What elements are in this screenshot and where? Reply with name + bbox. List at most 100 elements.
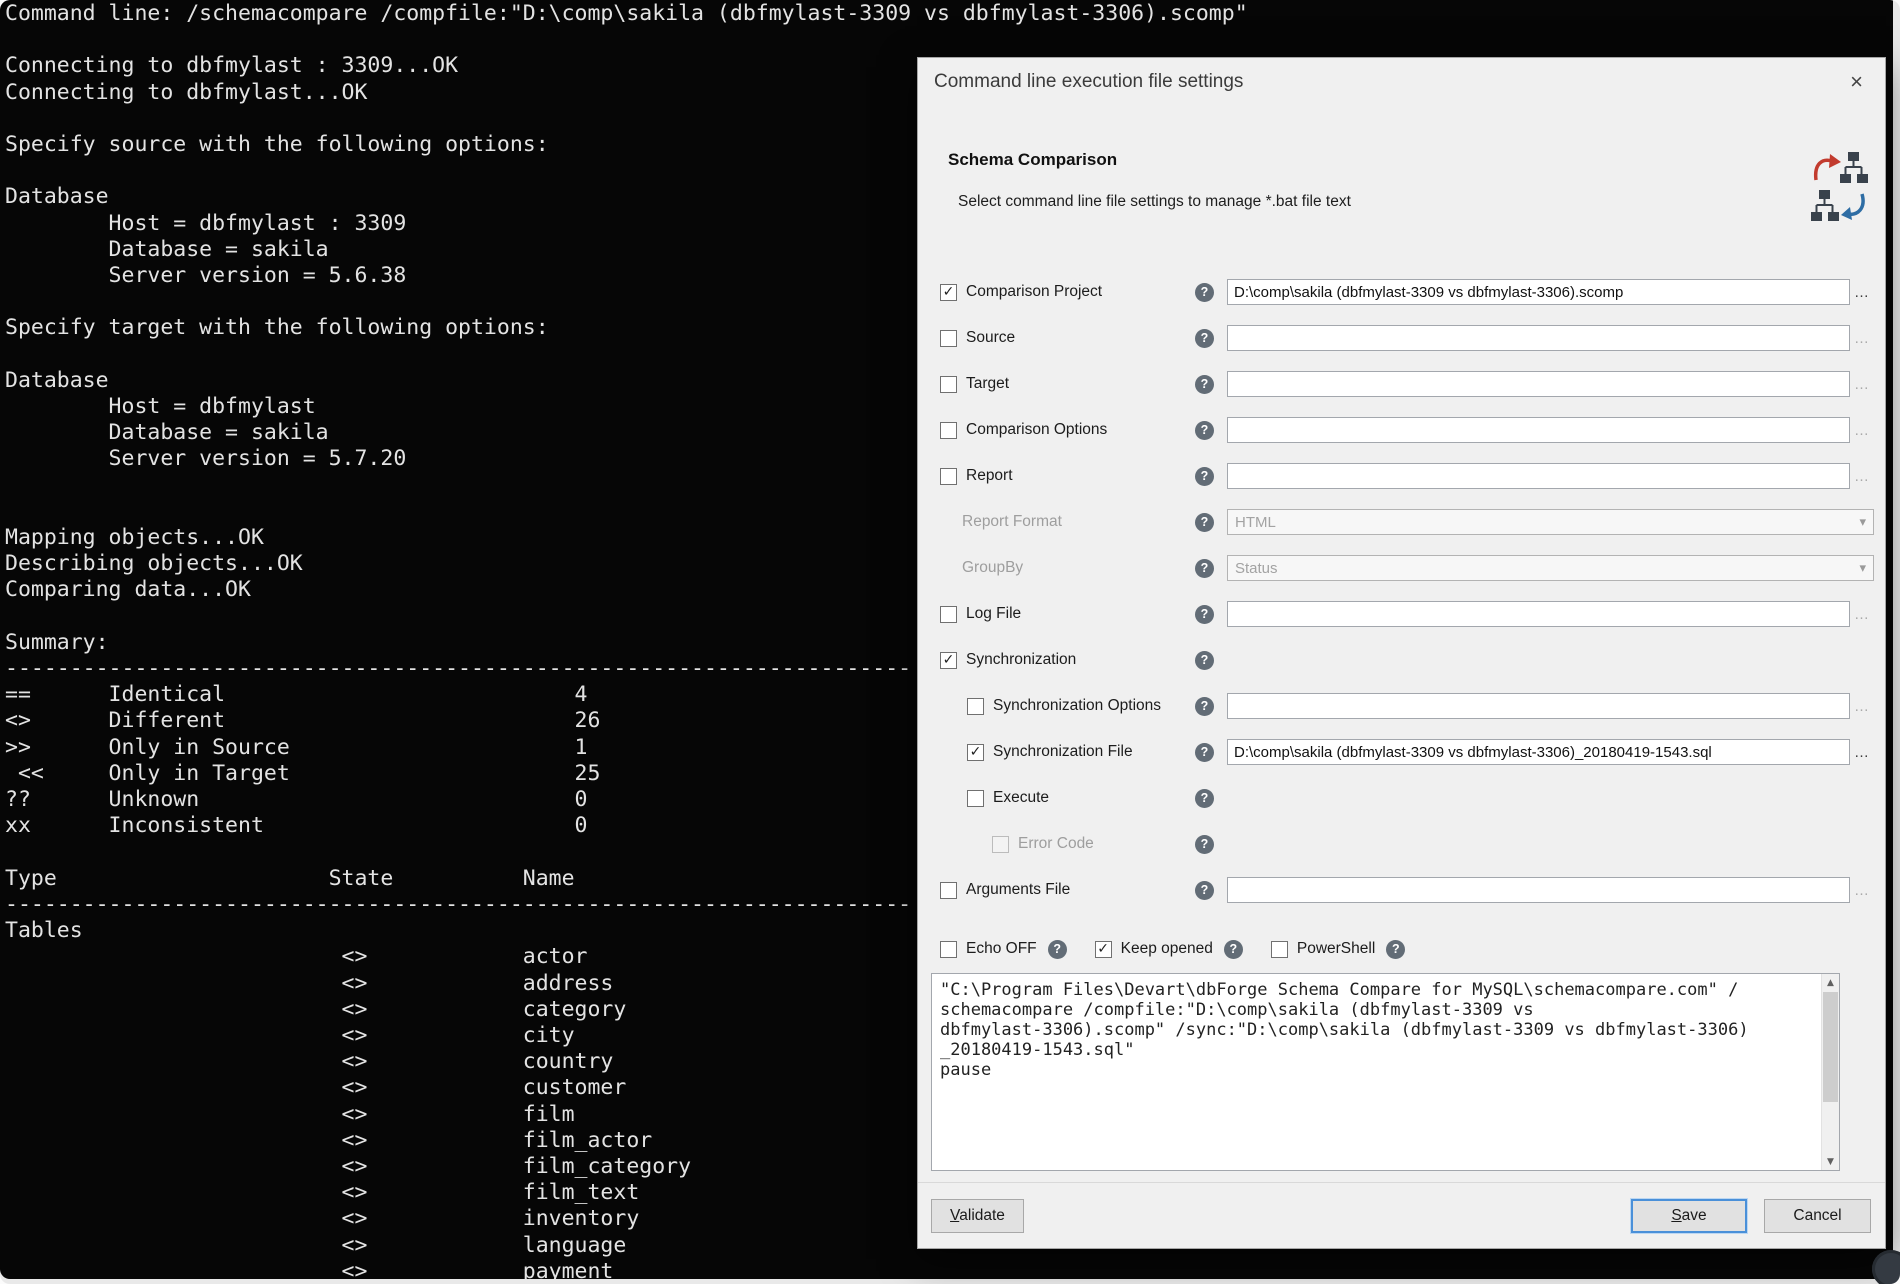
- error-code-checkbox: [992, 836, 1009, 853]
- schema-comparison-logo: [1809, 150, 1869, 224]
- source-checkbox[interactable]: [940, 330, 957, 347]
- row-source: Source ? …: [940, 315, 1874, 361]
- arguments-file-browse-button[interactable]: …: [1850, 882, 1874, 899]
- help-icon[interactable]: ?: [1195, 651, 1214, 670]
- scroll-up-icon[interactable]: ▲: [1822, 974, 1839, 991]
- powershell-checkbox[interactable]: [1271, 941, 1288, 958]
- synchronization-label[interactable]: Synchronization: [966, 651, 1076, 669]
- powershell-option: PowerShell ?: [1271, 940, 1405, 959]
- save-button[interactable]: Save: [1631, 1199, 1747, 1233]
- log-file-input[interactable]: [1227, 601, 1850, 627]
- chevron-down-icon: ▾: [1859, 515, 1866, 530]
- target-label[interactable]: Target: [966, 375, 1009, 393]
- synchronization-file-browse-button[interactable]: …: [1850, 744, 1874, 761]
- comparison-project-checkbox[interactable]: ✓: [940, 284, 957, 301]
- source-browse-button[interactable]: …: [1850, 330, 1874, 347]
- import-schema-icon: [1809, 188, 1869, 224]
- echo-off-option: Echo OFF ?: [940, 940, 1067, 959]
- help-icon[interactable]: ?: [1195, 329, 1214, 348]
- report-checkbox[interactable]: [940, 468, 957, 485]
- close-icon[interactable]: ×: [1844, 69, 1869, 95]
- synchronization-options-browse-button[interactable]: …: [1850, 698, 1874, 715]
- report-label[interactable]: Report: [966, 467, 1013, 485]
- report-format-label: Report Format: [962, 513, 1062, 531]
- report-format-select: HTML ▾: [1227, 509, 1874, 535]
- settings-rows: ✓ Comparison Project ? … Source ? …: [940, 269, 1874, 913]
- echo-off-label[interactable]: Echo OFF: [966, 940, 1037, 958]
- synchronization-options-input[interactable]: [1227, 693, 1850, 719]
- comparison-options-input[interactable]: [1227, 417, 1850, 443]
- row-synchronization-file: ✓ Synchronization File ? …: [940, 729, 1874, 775]
- help-icon[interactable]: ?: [1195, 467, 1214, 486]
- synchronization-checkbox[interactable]: ✓: [940, 652, 957, 669]
- help-icon[interactable]: ?: [1195, 605, 1214, 624]
- comparison-options-browse-button[interactable]: …: [1850, 422, 1874, 439]
- bat-options-row: Echo OFF ? ✓ Keep opened ? PowerShell ?: [940, 935, 1874, 963]
- synchronization-options-label[interactable]: Synchronization Options: [993, 697, 1161, 715]
- synchronization-file-label[interactable]: Synchronization File: [993, 743, 1133, 761]
- log-file-label[interactable]: Log File: [966, 605, 1021, 623]
- log-file-checkbox[interactable]: [940, 606, 957, 623]
- help-icon[interactable]: ?: [1195, 743, 1214, 762]
- checkmark-icon: ✓: [1097, 942, 1109, 956]
- dialog-titlebar[interactable]: Command line execution file settings ×: [918, 58, 1885, 106]
- command-line-settings-dialog: Command line execution file settings × S…: [917, 57, 1886, 1249]
- dialog-footer: Validate Save Cancel: [918, 1182, 1885, 1248]
- source-input[interactable]: [1227, 325, 1850, 351]
- help-icon[interactable]: ?: [1386, 940, 1405, 959]
- target-input[interactable]: [1227, 371, 1850, 397]
- comparison-project-browse-button[interactable]: …: [1850, 284, 1874, 301]
- help-icon[interactable]: ?: [1195, 697, 1214, 716]
- help-icon[interactable]: ?: [1195, 513, 1214, 532]
- scrollbar-thumb[interactable]: [1823, 992, 1838, 1102]
- dialog-title: Command line execution file settings: [934, 71, 1243, 93]
- export-schema-icon: [1809, 150, 1869, 186]
- echo-off-checkbox[interactable]: [940, 941, 957, 958]
- row-log-file: Log File ? …: [940, 591, 1874, 637]
- source-label[interactable]: Source: [966, 329, 1015, 347]
- help-icon[interactable]: ?: [1224, 940, 1243, 959]
- report-browse-button[interactable]: …: [1850, 468, 1874, 485]
- row-comparison-options: Comparison Options ? …: [940, 407, 1874, 453]
- bat-file-text[interactable]: "C:\Program Files\Devart\dbForge Schema …: [932, 974, 1839, 1170]
- validate-button[interactable]: Validate: [931, 1199, 1024, 1233]
- keep-opened-label[interactable]: Keep opened: [1121, 940, 1213, 958]
- row-synchronization: ✓ Synchronization ?: [940, 637, 1874, 683]
- report-format-value: HTML: [1235, 514, 1276, 531]
- arguments-file-input[interactable]: [1227, 877, 1850, 903]
- checkmark-icon: ✓: [970, 745, 982, 759]
- help-icon[interactable]: ?: [1195, 881, 1214, 900]
- help-icon[interactable]: ?: [1195, 375, 1214, 394]
- help-icon[interactable]: ?: [1048, 940, 1067, 959]
- row-report-format: Report Format ? HTML ▾: [940, 499, 1874, 545]
- checkmark-icon: ✓: [943, 285, 955, 299]
- help-icon[interactable]: ?: [1195, 283, 1214, 302]
- target-checkbox[interactable]: [940, 376, 957, 393]
- help-icon[interactable]: ?: [1195, 789, 1214, 808]
- synchronization-file-input[interactable]: [1227, 739, 1850, 765]
- comparison-options-label[interactable]: Comparison Options: [966, 421, 1107, 439]
- arguments-file-checkbox[interactable]: [940, 882, 957, 899]
- comparison-options-checkbox[interactable]: [940, 422, 957, 439]
- scrollbar[interactable]: ▲ ▼: [1821, 974, 1839, 1170]
- keep-opened-checkbox[interactable]: ✓: [1095, 941, 1112, 958]
- synchronization-file-checkbox[interactable]: ✓: [967, 744, 984, 761]
- groupby-label: GroupBy: [962, 559, 1023, 577]
- help-icon[interactable]: ?: [1195, 559, 1214, 578]
- comparison-project-label[interactable]: Comparison Project: [966, 283, 1102, 301]
- row-arguments-file: Arguments File ? …: [940, 867, 1874, 913]
- comparison-project-input[interactable]: [1227, 279, 1850, 305]
- help-icon[interactable]: ?: [1195, 835, 1214, 854]
- arguments-file-label[interactable]: Arguments File: [966, 881, 1070, 899]
- row-comparison-project: ✓ Comparison Project ? …: [940, 269, 1874, 315]
- powershell-label[interactable]: PowerShell: [1297, 940, 1375, 958]
- synchronization-options-checkbox[interactable]: [967, 698, 984, 715]
- cancel-button[interactable]: Cancel: [1764, 1199, 1871, 1233]
- log-file-browse-button[interactable]: …: [1850, 606, 1874, 623]
- execute-label[interactable]: Execute: [993, 789, 1049, 807]
- report-input[interactable]: [1227, 463, 1850, 489]
- scroll-down-icon[interactable]: ▼: [1822, 1153, 1839, 1170]
- help-icon[interactable]: ?: [1195, 421, 1214, 440]
- execute-checkbox[interactable]: [967, 790, 984, 807]
- target-browse-button[interactable]: …: [1850, 376, 1874, 393]
